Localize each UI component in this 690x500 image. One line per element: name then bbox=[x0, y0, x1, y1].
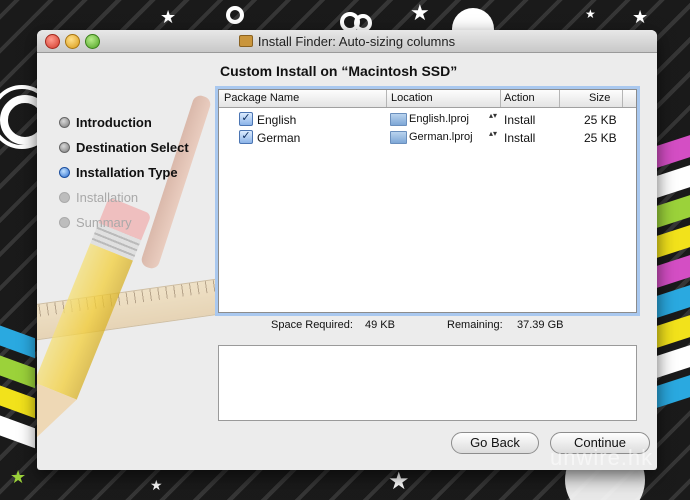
go-back-button[interactable]: Go Back bbox=[451, 432, 539, 454]
step-installation-type: Installation Type bbox=[59, 160, 189, 185]
package-action[interactable]: Install bbox=[504, 131, 535, 145]
table-row[interactable]: ✓ English English.lproj ▴▾ Install 25 KB bbox=[219, 110, 636, 128]
description-box bbox=[218, 345, 637, 421]
folder-icon bbox=[390, 113, 407, 126]
remaining-value: 37.39 GB bbox=[517, 319, 564, 331]
english-checkbox[interactable]: ✓ bbox=[239, 112, 253, 126]
step-destination-select: Destination Select bbox=[59, 135, 189, 160]
title-bar: Install Finder: Auto-sizing columns bbox=[37, 30, 657, 53]
package-table[interactable]: Package Name Location Action Size ✓ Engl… bbox=[218, 89, 637, 313]
package-name: German bbox=[257, 131, 301, 145]
action-popup-arrows-icon[interactable]: ▴▾ bbox=[489, 130, 497, 138]
step-bullet-icon bbox=[59, 167, 70, 178]
table-header: Package Name Location Action Size bbox=[219, 90, 636, 108]
step-bullet-icon bbox=[59, 142, 70, 153]
german-checkbox[interactable]: ✓ bbox=[239, 130, 253, 144]
column-header-location[interactable]: Location bbox=[391, 92, 433, 104]
step-bullet-icon bbox=[59, 117, 70, 128]
space-required-label: Space Required: bbox=[271, 319, 353, 331]
package-size: 25 KB bbox=[584, 113, 617, 127]
watermark-text: unwire.hk bbox=[550, 445, 654, 470]
folder-icon bbox=[390, 131, 407, 144]
column-header-action[interactable]: Action bbox=[504, 92, 535, 104]
package-location: German.lproj bbox=[409, 131, 473, 143]
step-summary: Summary bbox=[59, 210, 189, 235]
column-header-package-name[interactable]: Package Name bbox=[224, 92, 299, 104]
package-name: English bbox=[257, 113, 297, 127]
package-icon bbox=[238, 35, 253, 47]
step-bullet-icon bbox=[59, 217, 70, 228]
installer-steps: Introduction Destination Select Installa… bbox=[59, 110, 189, 235]
package-location: English.lproj bbox=[409, 113, 469, 125]
page-title: Custom Install on “Macintosh SSD” bbox=[220, 63, 458, 79]
window-title: Install Finder: Auto-sizing columns bbox=[37, 34, 657, 49]
action-popup-arrows-icon[interactable]: ▴▾ bbox=[489, 112, 497, 120]
step-introduction: Introduction bbox=[59, 110, 189, 135]
space-required-value: 49 KB bbox=[365, 319, 395, 331]
step-installation: Installation bbox=[59, 185, 189, 210]
column-header-size[interactable]: Size bbox=[589, 92, 610, 104]
installer-window: Install Finder: Auto-sizing columns Intr… bbox=[37, 30, 657, 470]
step-bullet-icon bbox=[59, 192, 70, 203]
remaining-label: Remaining: bbox=[447, 319, 503, 331]
table-row[interactable]: ✓ German German.lproj ▴▾ Install 25 KB bbox=[219, 128, 636, 146]
package-action[interactable]: Install bbox=[504, 113, 535, 127]
package-size: 25 KB bbox=[584, 131, 617, 145]
